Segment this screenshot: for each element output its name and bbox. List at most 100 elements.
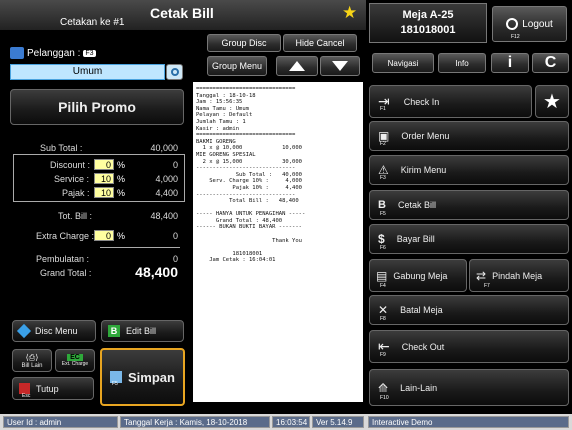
ec-badge: EC (67, 354, 83, 361)
meja-label: Meja A-25 (402, 9, 454, 21)
extra-charge-label: Extra Charge : (36, 231, 95, 241)
hide-cancel-button[interactable]: Hide Cancel (283, 34, 357, 52)
pajak-pct-sign: % (117, 188, 126, 198)
simpan-button[interactable]: Simpan (100, 348, 185, 406)
tab-info-label: Info (455, 58, 469, 68)
discount-value: 0 (172, 160, 178, 170)
check-out-button[interactable]: ⇤ Check Out (369, 330, 569, 363)
pajak-input[interactable]: 10 (94, 187, 114, 198)
edit-bill-icon: B (108, 325, 120, 337)
pelanggan-search-button[interactable] (166, 64, 183, 80)
scroll-down-button[interactable] (320, 56, 360, 76)
customer-icon (10, 47, 24, 59)
lain-lain-label: Lain-Lain (400, 382, 438, 393)
batal-meja-label: Batal Meja (400, 305, 443, 315)
disc-menu-button[interactable]: Disc Menu (12, 320, 96, 342)
tab-navigasi-label: Navigasi (387, 58, 419, 68)
status-time: 16:03:54 (272, 416, 310, 428)
group-disc-button[interactable]: Group Disc (207, 34, 281, 52)
tot-bill-value: 48,400 (150, 211, 178, 221)
bill-lain-button[interactable]: ⟨⎙⟩ Bill Lain (12, 349, 52, 372)
group-menu-label: Group Menu (211, 61, 263, 71)
favorite-star-icon[interactable]: ★ (342, 4, 357, 21)
simpan-label: Simpan (128, 369, 175, 385)
ext-charge-label: Ext. Charge (61, 361, 89, 367)
order-menu-key: F2 (380, 141, 386, 147)
pajak-value: 4,400 (155, 188, 178, 198)
cetak-bill-button[interactable]: B Cetak Bill (369, 190, 569, 220)
bayar-bill-button[interactable]: $ Bayar Bill (369, 224, 569, 254)
service-pct-sign: % (117, 174, 126, 184)
check-in-button[interactable]: ⇥ Check In (369, 85, 532, 118)
discount-label: Discount : (50, 160, 91, 170)
lain-lain-button[interactable]: ⟰ Lain-Lain (369, 369, 569, 406)
pelanggan-key-badge: F3 (83, 49, 96, 57)
extra-charge-value: 0 (172, 231, 178, 241)
receipt-preview: ============================== Tanggal :… (193, 82, 363, 402)
cetakan-label: Cetakan ke #1 (60, 17, 125, 28)
pelanggan-label-text: Pelanggan : (27, 47, 81, 59)
group-disc-label: Group Disc (221, 38, 267, 48)
pilih-promo-label: Pilih Promo (58, 99, 136, 115)
clear-icon: C (544, 54, 557, 71)
pelanggan-value: Umum (72, 66, 103, 77)
status-tanggal: Tanggal Kerja : Kamis, 18-10-2018 (120, 416, 270, 428)
clear-button[interactable]: C (532, 53, 569, 73)
sub-total-value: 40,000 (150, 143, 178, 153)
grand-total-label: Grand Total : (40, 268, 92, 278)
status-user: User Id : admin (3, 416, 118, 428)
check-in-key: F1 (380, 106, 386, 112)
tab-info[interactable]: Info (438, 53, 486, 73)
disc-menu-label: Disc Menu (35, 326, 78, 336)
kirim-menu-label: Kirim Menu (400, 165, 447, 175)
tutup-label: Tutup (36, 383, 59, 394)
tot-bill-label: Tot. Bill : (58, 211, 93, 221)
simpan-key: F5 (112, 381, 118, 387)
logout-label: Logout (522, 18, 553, 30)
arrow-up-icon (289, 61, 305, 71)
pelanggan-label: Pelanggan : F3 (10, 47, 96, 59)
cetak-bill-icon: B (378, 199, 386, 211)
pilih-promo-button[interactable]: Pilih Promo (10, 89, 184, 125)
logout-button[interactable]: Logout (492, 6, 567, 42)
service-label: Service : (54, 174, 90, 184)
check-in-label: Check In (403, 96, 440, 107)
pindah-meja-icon: ⇄ (476, 268, 487, 283)
lain-lain-icon: ⟰ (378, 380, 389, 395)
meja-header: Meja A-25 181018001 (369, 3, 487, 43)
edit-bill-button[interactable]: B Edit Bill (101, 320, 184, 342)
lain-lain-key: F10 (380, 395, 389, 401)
power-icon (506, 18, 519, 30)
scroll-up-button[interactable] (276, 56, 318, 76)
pindah-meja-key: F7 (484, 283, 490, 289)
batal-meja-button[interactable]: ✕ Batal Meja (369, 295, 569, 325)
info-button[interactable]: i (491, 53, 529, 73)
pelanggan-field[interactable]: Umum (10, 64, 165, 80)
cetak-bill-key: F5 (380, 211, 386, 217)
search-icon (170, 68, 179, 76)
extra-charge-pct-sign: % (117, 231, 126, 241)
pembulatan-value: 0 (172, 254, 178, 264)
hide-cancel-label: Hide Cancel (295, 38, 345, 48)
gabung-meja-icon: ▤ (376, 268, 388, 283)
favorite-button[interactable]: ★ (535, 85, 569, 118)
tutup-key: Esc (22, 393, 31, 399)
arrow-down-icon (332, 61, 348, 71)
bayar-bill-label: Bayar Bill (396, 234, 435, 244)
discount-pct-sign: % (117, 160, 126, 170)
kirim-menu-button[interactable]: ⚠ Kirim Menu (369, 155, 569, 185)
info-icon: i (507, 54, 513, 71)
ext-charge-button[interactable]: EC Ext. Charge (55, 349, 95, 372)
tab-navigasi[interactable]: Navigasi (372, 53, 434, 73)
discount-input[interactable]: 0 (94, 159, 114, 170)
extra-charge-input[interactable]: 0 (94, 230, 114, 241)
status-version: Ver 5.14.9 (312, 416, 364, 428)
service-input[interactable]: 10 (94, 173, 114, 184)
group-menu-button[interactable]: Group Menu (207, 56, 267, 76)
grand-total-value: 48,400 (135, 264, 178, 280)
pajak-label: Pajak : (62, 188, 90, 198)
kirim-menu-key: F3 (380, 175, 386, 181)
batal-meja-key: F8 (380, 316, 386, 322)
order-menu-button[interactable]: ▣ Order Menu (369, 121, 569, 151)
window-title: Cetak Bill (150, 5, 214, 21)
